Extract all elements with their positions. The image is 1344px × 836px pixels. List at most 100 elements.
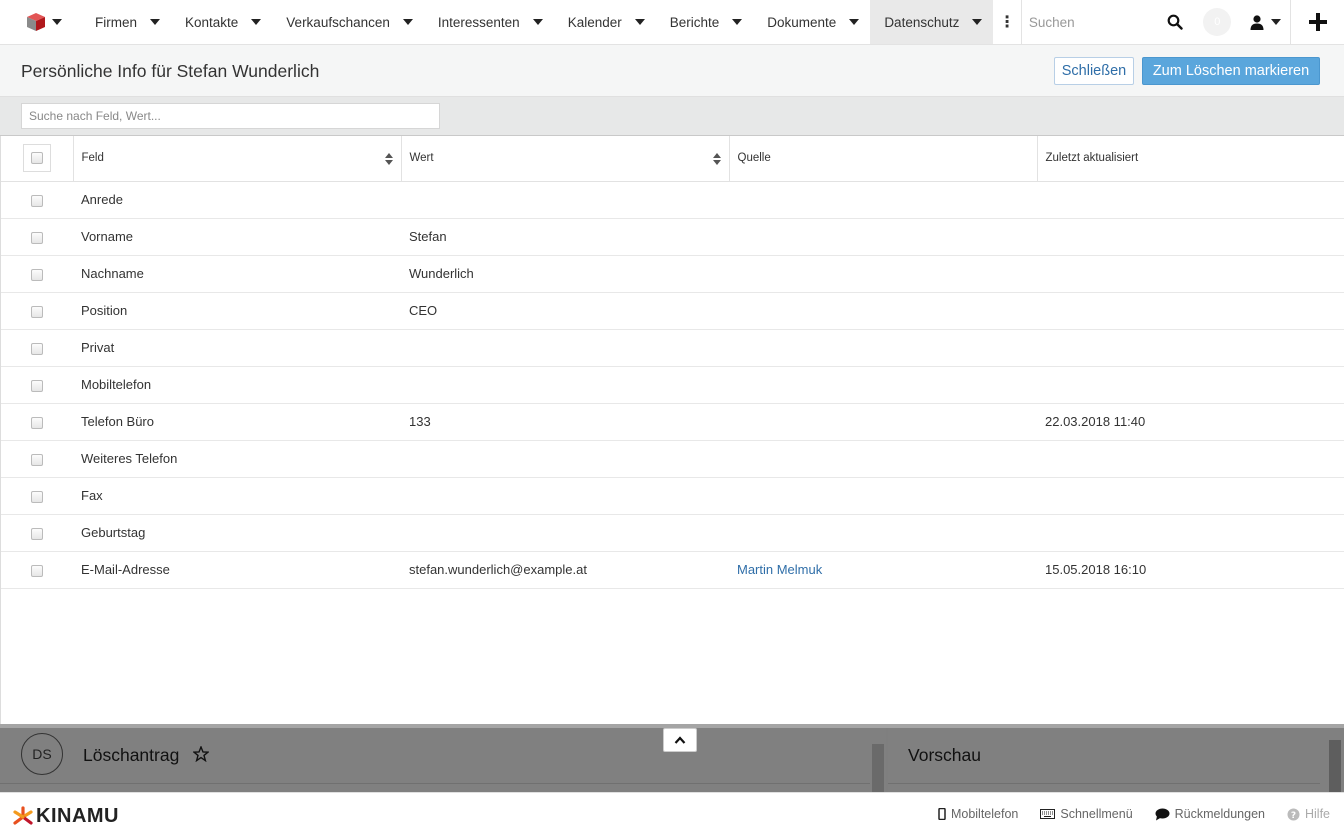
table-row[interactable]: Telefon Büro 133 22.03.2018 11:40 [1,403,1344,441]
nav-item-dokumente[interactable]: Dokumente [753,0,870,44]
notification-badge: 0 [1203,8,1232,36]
row-checkbox-cell [1,292,73,330]
row-checkbox[interactable] [31,416,43,429]
cell-field: Mobiltelefon [73,366,401,404]
table-row[interactable]: Mobiltelefon [1,366,1344,404]
table-row[interactable]: Anrede [1,181,1344,219]
nav-item-berichte[interactable]: Berichte [656,0,754,44]
star-icon[interactable] [193,746,209,762]
cell-source [729,514,1037,552]
panel-title: Löschantrag [83,745,180,765]
cell-source [729,218,1037,256]
row-checkbox-cell [1,477,73,515]
mark-for-deletion-button[interactable]: Zum Löschen markieren [1142,57,1320,85]
table-row[interactable]: Position CEO [1,292,1344,330]
cell-field: Weiteres Telefon [73,440,401,478]
preview-panel: Vorschau [888,728,1344,792]
table-row[interactable]: Fax [1,477,1344,515]
row-checkbox[interactable] [31,305,43,318]
column-header-feld[interactable]: Feld [73,136,402,182]
search-icon[interactable] [1167,14,1183,30]
chevron-down-icon [849,19,860,25]
row-checkbox-cell [1,181,73,219]
user-menu-button[interactable] [1242,0,1291,44]
column-label: Zuletzt aktualisiert [1045,152,1139,165]
cell-updated [1037,514,1344,552]
nav-item-interessenten[interactable]: Interessenten [424,0,554,44]
row-checkbox[interactable] [31,453,43,466]
nav-label: Firmen [94,14,137,30]
footer-help-link[interactable]: ? Hilfe [1287,807,1330,821]
mobile-icon [938,808,946,820]
footer-link-label: Hilfe [1304,807,1330,821]
nav-item-kalender[interactable]: Kalender [554,0,656,44]
footer-link-label: Mobiltelefon [950,807,1019,821]
row-checkbox-cell [1,218,73,256]
cell-value [401,477,729,515]
nav-item-kontakte[interactable]: Kontakte [171,0,272,44]
app-menu-button[interactable] [0,0,81,44]
row-checkbox[interactable] [31,194,43,207]
column-label: Quelle [737,152,771,165]
sort-icon[interactable] [712,153,721,165]
field-search-input[interactable] [21,103,440,129]
table-row[interactable]: E-Mail-Adresse stefan.wunderlich@example.… [1,551,1344,589]
cell-field: Nachname [73,255,401,293]
cell-field: E-Mail-Adresse [73,551,401,589]
more-vertical-icon[interactable]: ⋮ [993,0,1020,44]
footer-links: Mobiltelefon Schnellmenü Rückmeldungen ?… [938,807,1330,821]
footer-mobile-link[interactable]: Mobiltelefon [938,807,1018,821]
cell-source[interactable]: Martin Melmuk [729,551,1037,589]
scrollbar[interactable] [1329,740,1341,792]
cell-updated [1037,255,1344,293]
row-checkbox[interactable] [31,490,43,503]
footer-link-label: Schnellmenü [1060,807,1133,821]
footer-quickmenu-link[interactable]: Schnellmenü [1040,807,1133,821]
chevron-down-icon [251,19,262,25]
cell-updated [1037,477,1344,515]
select-all-checkbox[interactable] [22,144,51,173]
cell-source [729,181,1037,219]
column-header-wert[interactable]: Wert [401,136,730,182]
scrollbar[interactable] [872,744,884,792]
row-checkbox-cell [1,329,73,367]
cell-updated [1037,181,1344,219]
cell-value [401,366,729,404]
cell-field: Geburtstag [73,514,401,552]
row-checkbox[interactable] [31,268,43,281]
nav-label: Interessenten [437,14,520,30]
row-checkbox[interactable] [31,379,43,392]
table-header-row: Feld Wert Quelle Zuletzt aktualisiert [1,136,1344,182]
nav-item-verkaufschancen[interactable]: Verkaufschancen [272,0,424,44]
cell-source [729,440,1037,478]
notifications-button[interactable]: 0 [1193,0,1242,44]
row-checkbox[interactable] [31,342,43,355]
page-title: Persönliche Info für Stefan Wunderlich [21,61,320,81]
collapse-panel-button[interactable] [663,728,697,752]
sort-icon[interactable] [384,153,393,165]
brand-name: KINAMU [36,805,119,827]
cell-value [401,181,729,219]
nav-item-datenschutz[interactable]: Datenschutz [870,0,994,44]
table-row[interactable]: Privat [1,329,1344,367]
close-button[interactable]: Schließen [1054,57,1134,85]
cell-updated: 22.03.2018 11:40 [1037,403,1344,441]
row-checkbox[interactable] [31,564,43,577]
nav-label: Datenschutz [884,14,960,30]
row-checkbox[interactable] [31,527,43,540]
row-checkbox-cell [1,403,73,441]
table-row[interactable]: Weiteres Telefon [1,440,1344,478]
cell-updated [1037,329,1344,367]
create-plus-button[interactable] [1291,0,1344,44]
column-label: Feld [81,152,104,165]
table-row[interactable]: Nachname Wunderlich [1,255,1344,293]
search-input[interactable] [1028,14,1169,30]
cell-source [729,255,1037,293]
table-row[interactable]: Vorname Stefan [1,218,1344,256]
row-checkbox[interactable] [31,231,43,244]
row-checkbox-cell [1,255,73,293]
footer-feedback-link[interactable]: Rückmeldungen [1155,807,1265,821]
table-row[interactable]: Geburtstag [1,514,1344,552]
cell-field: Anrede [73,181,401,219]
nav-item-firmen[interactable]: Firmen [81,0,171,44]
